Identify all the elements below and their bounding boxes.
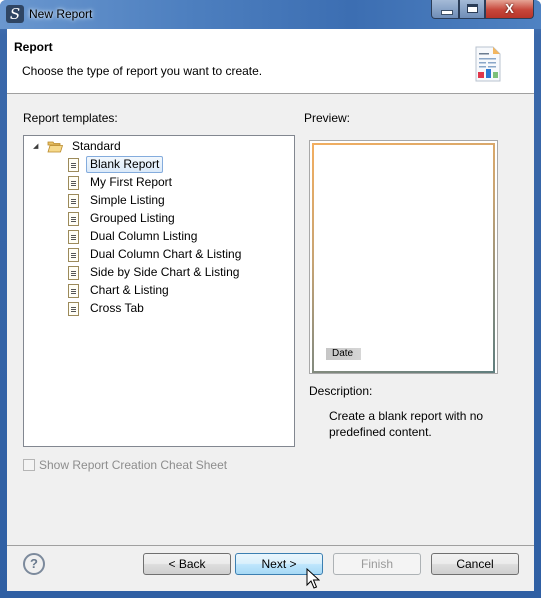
tree-item-cross-tab[interactable]: Cross Tab [68, 300, 148, 317]
dialog-body: Report Choose the type of report you wan… [7, 29, 534, 591]
tree-item-label: Dual Column Chart & Listing [90, 247, 242, 261]
template-doc-icon [68, 157, 79, 172]
preview-date-chip: Date [326, 348, 361, 360]
templates-tree[interactable]: ◢ Standard Blank Report My First Report … [23, 135, 295, 447]
tree-item-label: My First Report [90, 175, 173, 189]
tree-item-chart-listing[interactable]: Chart & Listing [68, 282, 173, 299]
cheat-sheet-label: Show Report Creation Cheat Sheet [39, 458, 228, 472]
window-title: New Report [29, 7, 93, 21]
preview-label: Preview: [304, 111, 351, 125]
template-doc-icon [68, 229, 79, 244]
tree-item-dual-column-listing[interactable]: Dual Column Listing [68, 228, 201, 245]
cancel-button[interactable]: Cancel [431, 553, 519, 575]
tree-item-label: Dual Column Listing [90, 229, 198, 243]
preview-page: Date [312, 143, 495, 373]
tree-item-grouped-listing[interactable]: Grouped Listing [68, 210, 179, 227]
tree-item-label: Grouped Listing [90, 211, 175, 225]
tree-item-dual-column-chart-listing[interactable]: Dual Column Chart & Listing [68, 246, 245, 263]
title-bar[interactable]: S New Report X [0, 0, 541, 29]
app-logo-icon: S [6, 5, 24, 23]
minimize-button[interactable] [431, 0, 459, 19]
tree-item-label: Chart & Listing [90, 283, 169, 297]
template-doc-icon [68, 193, 79, 208]
tree-node-standard[interactable]: ◢ Standard [33, 138, 125, 155]
tree-item-label: Simple Listing [90, 193, 165, 207]
tree-item-label: Blank Report [86, 156, 164, 173]
back-button[interactable]: < Back [143, 553, 231, 575]
description-text: Create a blank report with no predefined… [329, 409, 484, 439]
tree-item-label: Side by Side Chart & Listing [90, 265, 240, 279]
template-doc-icon [68, 175, 79, 190]
maximize-button[interactable] [459, 0, 485, 19]
template-doc-icon [68, 247, 79, 262]
page-description: Choose the type of report you want to cr… [22, 64, 263, 78]
tree-item-my-first-report[interactable]: My First Report [68, 174, 176, 191]
description-label: Description: [309, 384, 373, 398]
cheat-sheet-option[interactable]: Show Report Creation Cheat Sheet [23, 458, 227, 472]
tree-item-simple-listing[interactable]: Simple Listing [68, 192, 169, 209]
maximize-icon [467, 4, 478, 13]
cheat-sheet-checkbox[interactable] [23, 459, 35, 471]
template-doc-icon [68, 265, 79, 280]
tree-item-blank-report[interactable]: Blank Report [68, 156, 164, 173]
expanded-triangle-icon[interactable]: ◢ [33, 143, 41, 151]
close-icon: X [505, 1, 514, 16]
mouse-pointer-icon [306, 568, 320, 589]
tree-item-label: Cross Tab [90, 301, 144, 315]
new-report-dialog: S New Report X Report Choose the type of… [0, 0, 541, 598]
tree-item-side-by-side-chart-listing[interactable]: Side by Side Chart & Listing [68, 264, 243, 281]
template-doc-icon [68, 301, 79, 316]
minimize-icon [441, 10, 453, 15]
help-icon[interactable]: ? [23, 553, 45, 575]
report-banner-icon [475, 46, 501, 82]
template-doc-icon [68, 283, 79, 298]
page-title: Report [14, 40, 53, 54]
open-folder-icon [47, 141, 63, 152]
wizard-header: Report Choose the type of report you wan… [7, 29, 534, 94]
template-doc-icon [68, 211, 79, 226]
close-button[interactable]: X [485, 0, 534, 19]
preview-pane: Date [309, 140, 498, 374]
tree-node-label: Standard [72, 139, 121, 153]
footer-divider [7, 545, 534, 546]
templates-label: Report templates: [23, 111, 118, 125]
finish-button[interactable]: Finish [333, 553, 421, 575]
